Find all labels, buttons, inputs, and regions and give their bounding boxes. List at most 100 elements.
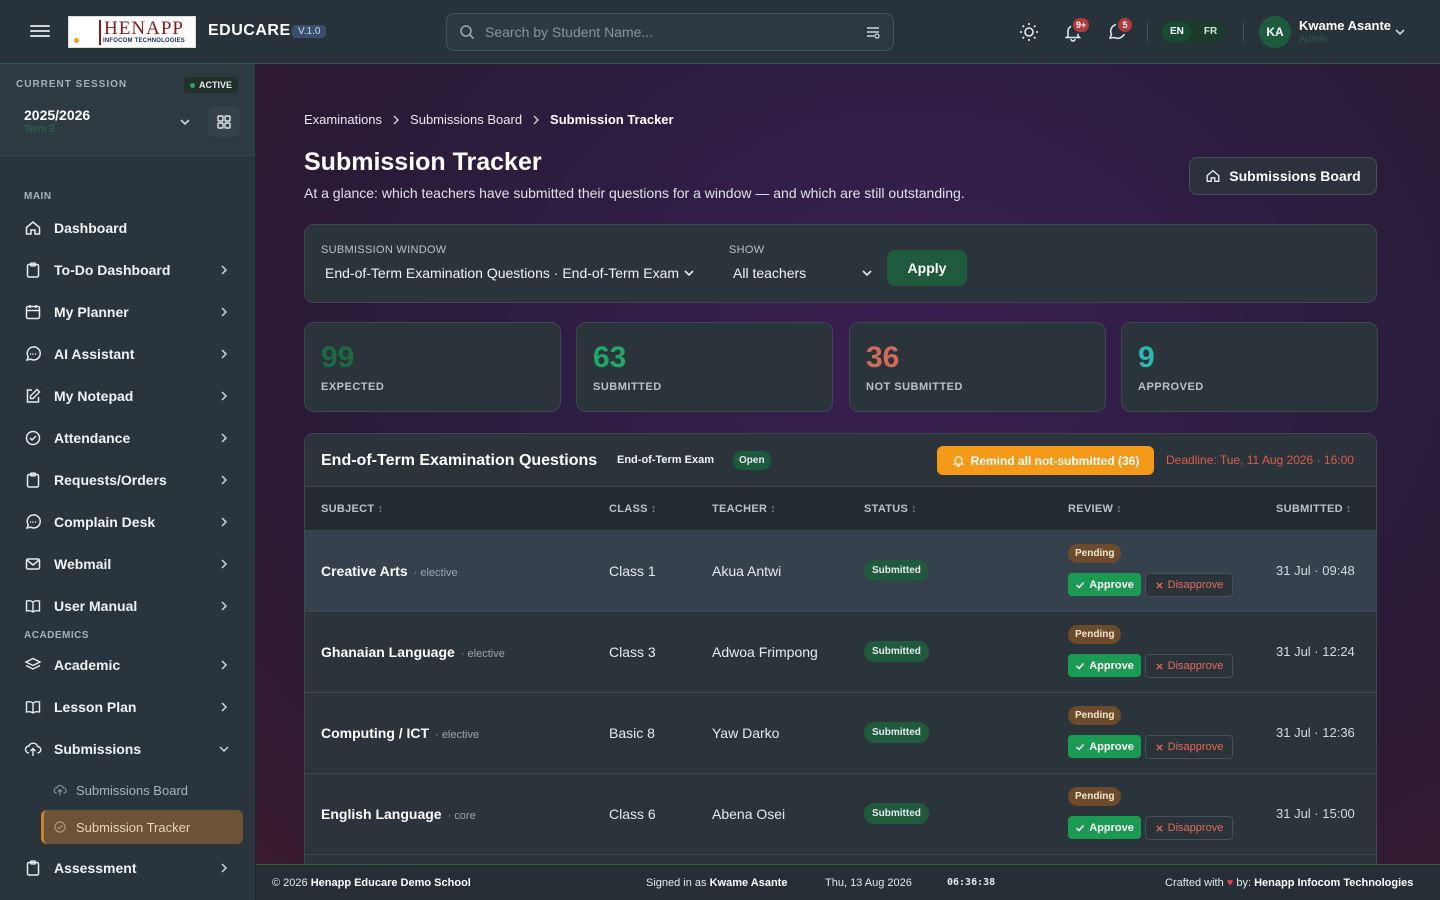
user-avatar[interactable]: KA (1259, 16, 1291, 48)
class-cell: Class 3 (609, 644, 656, 660)
sidebar-item-label: Academic (54, 657, 121, 673)
table-row: Computing / ICT · elective Basic 8 Yaw Da… (305, 693, 1376, 774)
submissions-board-button[interactable]: Submissions Board (1189, 157, 1377, 195)
chevron-down-icon[interactable] (1393, 25, 1407, 39)
deadline-text: Deadline: Tue, 11 Aug 2026 · 16:00 (1166, 453, 1354, 467)
sidebar-item-requests-orders[interactable]: Requests/Orders (24, 466, 236, 494)
sidebar-item-webmail[interactable]: Webmail (24, 550, 236, 578)
table-title: End-of-Term Examination Questions (321, 452, 598, 469)
search-input[interactable] (485, 24, 865, 40)
messages-count-badge: 5 (1116, 16, 1134, 34)
column-header-submitted[interactable]: SUBMITTED ↕ (1276, 503, 1352, 515)
approve-button[interactable]: Approve (1068, 654, 1141, 677)
submissions-board-button-label: Submissions Board (1229, 168, 1361, 184)
disapprove-button[interactable]: Disapprove (1145, 654, 1233, 678)
column-header-review[interactable]: REVIEW ↕ (1068, 503, 1122, 515)
submission-window-select[interactable]: End-of-Term Examination Questions · End-… (325, 265, 695, 281)
book-open-icon (25, 600, 41, 613)
sidebar-item-todo-dashboard[interactable]: To-Do Dashboard (24, 256, 236, 284)
header-divider (1147, 22, 1148, 42)
sidebar-item-label: Assessment (54, 860, 137, 876)
calendar-icon (25, 305, 41, 320)
messages-icon[interactable]: 5 (1107, 16, 1134, 42)
approve-button[interactable]: Approve (1068, 573, 1141, 596)
book-open-icon (25, 701, 41, 714)
filter-list-icon[interactable] (865, 24, 881, 40)
logo-main-text: HENAPP (104, 17, 184, 39)
sidebar-item-complain-desk[interactable]: Complain Desk (24, 508, 236, 536)
window-status-badge: Open (733, 451, 771, 470)
column-header-teacher[interactable]: TEACHER ↕ (712, 503, 776, 515)
submitted-time-cell: 31 Jul · 09:48 (1276, 563, 1355, 578)
apply-button[interactable]: Apply (887, 250, 967, 286)
session-year[interactable]: 2025/2026 (24, 107, 90, 123)
disapprove-button[interactable]: Disapprove (1145, 573, 1233, 597)
remind-all-button[interactable]: Remind all not-submitted (36) (937, 446, 1154, 475)
apps-grid-button[interactable] (208, 107, 240, 137)
approve-button[interactable]: Approve (1068, 735, 1141, 758)
stat-value: 99 (321, 341, 355, 374)
sidebar-item-academic[interactable]: Academic (24, 651, 236, 679)
sidebar-item-label: Attendance (54, 430, 131, 446)
mail-icon (25, 558, 41, 570)
show-select[interactable]: All teachers (733, 265, 873, 281)
brand-name: EDUCARE (208, 22, 291, 39)
column-header-status[interactable]: STATUS ↕ (864, 503, 917, 515)
sidebar-subitem-submission-tracker[interactable]: Submission Tracker (41, 810, 243, 844)
lang-en-button[interactable]: EN (1162, 22, 1192, 42)
sidebar-item-submissions[interactable]: Submissions (24, 735, 236, 763)
subject-cell: Creative Arts · elective (321, 563, 458, 579)
disapprove-button[interactable]: Disapprove (1145, 816, 1233, 840)
teacher-cell: Akua Antwi (712, 563, 782, 579)
class-cell: Class 1 (609, 563, 656, 579)
exam-type-label: End-of-Term Exam (617, 454, 714, 466)
remind-all-label: Remind all not-submitted (36) (970, 453, 1140, 468)
user-name[interactable]: Kwame Asante (1299, 18, 1391, 33)
approve-button[interactable]: Approve (1068, 816, 1141, 839)
notifications-bell-icon[interactable]: 9+ (1063, 16, 1092, 42)
sidebar-item-dashboard[interactable]: Dashboard (24, 214, 236, 242)
sidebar-item-my-planner[interactable]: My Planner (24, 298, 236, 326)
sidebar: CURRENT SESSION ACTIVE 2025/2026 Term 3 … (0, 64, 256, 900)
column-header-subject[interactable]: SUBJECT ↕ (321, 503, 383, 515)
breadcrumb-submissions-board[interactable]: Submissions Board (410, 112, 522, 127)
sidebar-item-lesson-plan[interactable]: Lesson Plan (24, 693, 236, 721)
sidebar-item-my-notepad[interactable]: My Notepad (24, 382, 236, 410)
chevron-right-icon (221, 517, 228, 527)
search-icon (460, 25, 475, 40)
menu-icon[interactable] (30, 22, 50, 42)
close-icon (1155, 743, 1163, 751)
disapprove-button[interactable]: Disapprove (1145, 735, 1233, 759)
class-cell: Basic 8 (609, 725, 655, 741)
chevron-down-icon (219, 746, 229, 753)
column-header-class[interactable]: CLASS ↕ (609, 503, 657, 515)
sidebar-subitem-submissions-board[interactable]: Submissions Board (41, 773, 243, 807)
footer-copyright: © 2026 Henapp Educare Demo School (272, 877, 471, 889)
main-content: Examinations Submissions Board Submissio… (256, 64, 1440, 864)
breadcrumb-examinations[interactable]: Examinations (304, 112, 382, 127)
chevron-right-icon (393, 115, 400, 124)
lang-fr-button[interactable]: FR (1196, 22, 1225, 42)
top-header: HENAPP INFOCOM TECHNOLOGIES EDUCARE V.1.… (0, 0, 1440, 64)
sidebar-item-ai-assistant[interactable]: AI Assistant (24, 340, 236, 368)
stat-label: EXPECTED (321, 381, 385, 393)
sidebar-subitem-label: Submissions Board (76, 782, 188, 798)
table-row: Ghanaian Language · elective Class 3 Adwo… (305, 612, 1376, 693)
sidebar-item-label: To-Do Dashboard (54, 262, 171, 278)
session-chevron-down-icon[interactable] (178, 115, 192, 129)
search-bar (446, 13, 894, 51)
header-divider (1243, 22, 1244, 42)
home-icon (1206, 169, 1220, 182)
sidebar-item-user-manual[interactable]: User Manual (24, 592, 236, 620)
chevron-right-icon (221, 307, 228, 317)
check-icon (1076, 581, 1085, 589)
filter-panel: SUBMISSION WINDOW End-of-Term Examinatio… (304, 224, 1377, 303)
theme-toggle-icon[interactable] (1019, 22, 1039, 42)
user-role: Admin (1299, 34, 1328, 45)
stat-label: SUBMITTED (593, 381, 662, 393)
status-badge: Submitted (864, 803, 929, 824)
status-badge: Submitted (864, 722, 929, 743)
teacher-cell: Abena Osei (712, 806, 786, 822)
sidebar-item-assessment[interactable]: Assessment (24, 854, 236, 882)
sidebar-item-attendance[interactable]: Attendance (24, 424, 236, 452)
